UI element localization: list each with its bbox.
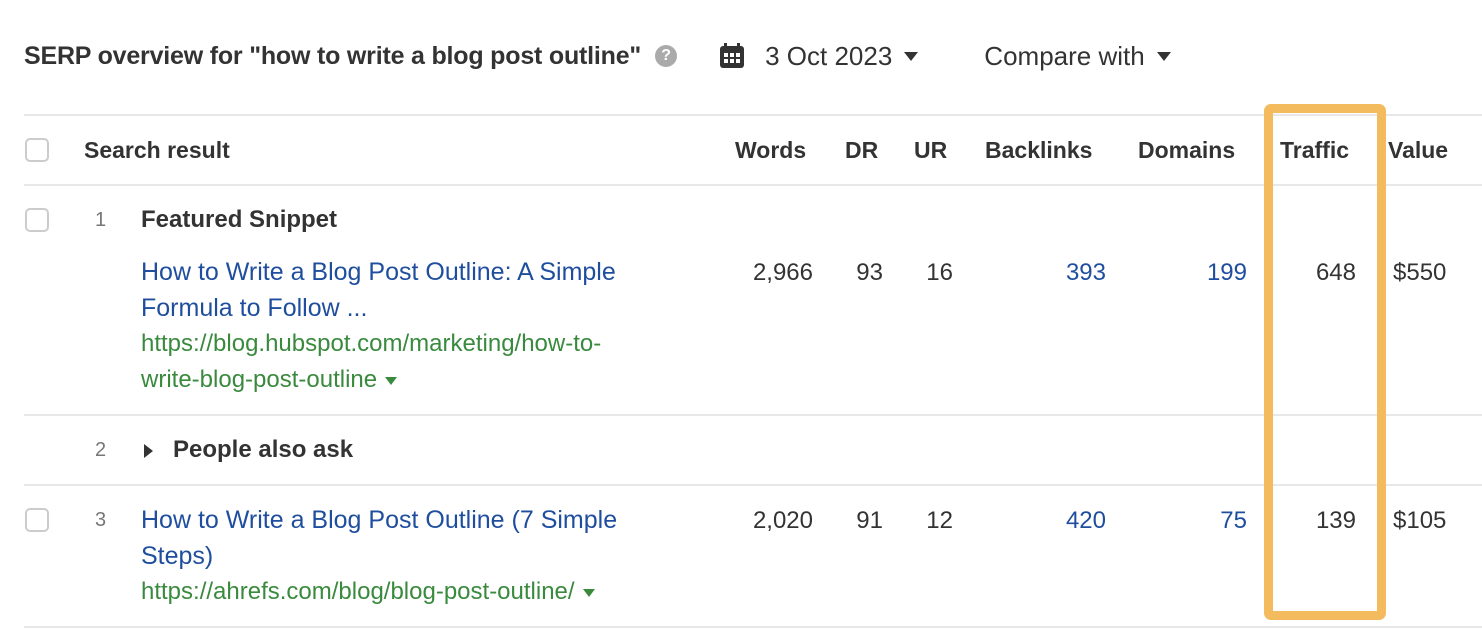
expand-triangle-icon[interactable] <box>144 444 153 458</box>
domains-link[interactable]: 199 <box>1207 259 1247 287</box>
serp-header: SERP overview for "how to write a blog p… <box>24 36 1171 76</box>
row-checkbox[interactable] <box>25 508 49 532</box>
traffic-column-highlight <box>1264 104 1386 620</box>
date-picker[interactable]: 3 Oct 2023 <box>719 40 919 72</box>
column-header-ur[interactable]: UR <box>914 137 947 164</box>
result-title-line: How to Write a Blog Post Outline: A Simp… <box>141 258 616 286</box>
chevron-down-icon <box>1156 51 1171 61</box>
divider <box>24 484 1482 486</box>
help-icon[interactable]: ? <box>655 45 678 67</box>
people-also-ask-toggle[interactable]: People also ask <box>173 436 353 464</box>
page-title: SERP overview for "how to write a blog p… <box>24 41 642 70</box>
divider <box>24 414 1482 416</box>
column-header-value[interactable]: Value <box>1388 137 1448 164</box>
domains-link[interactable]: 75 <box>1220 507 1247 535</box>
divider <box>24 114 1482 116</box>
value-value: $550 <box>1393 259 1447 286</box>
url-dropdown-caret-icon[interactable] <box>385 376 398 385</box>
result-url-line: https://ahrefs.com/blog/blog-post-outlin… <box>141 578 575 605</box>
backlinks-link[interactable]: 393 <box>1066 259 1106 287</box>
result-title-line: How to Write a Blog Post Outline (7 Simp… <box>141 506 618 534</box>
value-value: $105 <box>1393 507 1447 534</box>
divider <box>24 184 1482 186</box>
date-value: 3 Oct 2023 <box>765 40 893 71</box>
column-header-backlinks[interactable]: Backlinks <box>985 137 1092 164</box>
result-url-line: write-blog-post-outline <box>141 366 378 393</box>
result-url-link[interactable]: https://blog.hubspot.com/marketing/how-t… <box>141 326 601 398</box>
result-title-line: Formula to Follow ... <box>141 294 368 322</box>
result-url-line: https://blog.hubspot.com/marketing/how-t… <box>141 330 602 357</box>
select-all-checkbox[interactable] <box>25 138 49 162</box>
result-title-line: Steps) <box>141 542 214 570</box>
traffic-value: 648 <box>1315 259 1356 286</box>
column-header-domains[interactable]: Domains <box>1138 137 1235 164</box>
rank: 3 <box>95 509 107 531</box>
column-header-dr[interactable]: DR <box>845 137 878 164</box>
column-header-search-result[interactable]: Search result <box>84 137 230 164</box>
chevron-down-icon <box>904 51 919 61</box>
result-title-link[interactable]: How to Write a Blog Post Outline (7 Simp… <box>141 502 617 574</box>
dr-value: 91 <box>856 507 883 534</box>
traffic-value: 139 <box>1315 507 1356 534</box>
result-title-link[interactable]: How to Write a Blog Post Outline: A Simp… <box>141 254 616 326</box>
row-checkbox[interactable] <box>25 208 49 232</box>
rank: 2 <box>95 439 107 461</box>
words-value: 2,966 <box>752 259 813 286</box>
compare-with-dropdown[interactable]: Compare with <box>984 40 1171 72</box>
compare-with-label: Compare with <box>984 40 1145 71</box>
divider <box>24 626 1482 628</box>
dr-value: 93 <box>856 259 883 286</box>
result-url-link[interactable]: https://ahrefs.com/blog/blog-post-outlin… <box>141 574 595 610</box>
backlinks-link[interactable]: 420 <box>1066 507 1106 535</box>
column-header-traffic[interactable]: Traffic <box>1280 137 1349 164</box>
ur-value: 16 <box>926 259 953 286</box>
column-header-words[interactable]: Words <box>735 137 806 164</box>
rank: 1 <box>95 209 107 231</box>
featured-snippet-label: Featured Snippet <box>141 206 338 233</box>
words-value: 2,020 <box>752 507 813 534</box>
ur-value: 12 <box>926 507 953 534</box>
calendar-icon <box>720 43 745 68</box>
url-dropdown-caret-icon[interactable] <box>582 588 595 597</box>
